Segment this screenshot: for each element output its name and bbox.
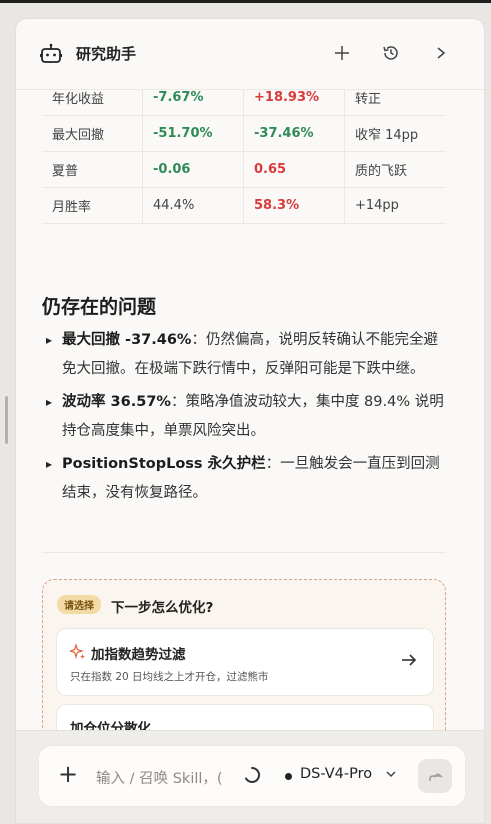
send-arrow-icon — [429, 773, 443, 781]
option-description: 只在指数 20 日均线之上才开仓，过滤熊市 — [70, 671, 269, 683]
issue-title: 最大回撤 -37.46% — [62, 332, 192, 348]
option-title: 加指数趋势过滤 — [91, 647, 186, 663]
section-heading: 仍存在的问题 — [42, 296, 157, 318]
panel-title: 研究助手 — [76, 45, 137, 63]
assistant-panel: 研究助手 年化收益 -7.67% +18.93% 转正 最大回撤 -51.70%… — [15, 18, 485, 824]
history-button[interactable] — [379, 41, 403, 65]
metric-note: 转正 — [344, 90, 446, 116]
option-position-diversification[interactable]: 加仓位分散化 — [56, 704, 434, 730]
list-item: 最大回撤 -37.46%：仍然偏高，说明反转确认不能完全避免大回撤。在极端下跌行… — [44, 326, 444, 384]
robot-icon — [40, 43, 62, 63]
message-input[interactable]: 输入 / 召唤 Skill，( — [96, 767, 231, 788]
window-top-edge — [0, 0, 491, 3]
metric-before: 44.4% — [142, 187, 244, 224]
metric-after: 0.65 — [243, 151, 345, 188]
arrow-right-icon — [402, 654, 417, 666]
metric-label: 月胜率 — [42, 187, 143, 224]
metric-label: 年化收益 — [42, 90, 143, 116]
issue-title: 波动率 36.57% — [62, 394, 171, 410]
chevron-down-icon[interactable] — [385, 768, 397, 780]
issues-list: 最大回撤 -37.46%：仍然偏高，说明反转确认不能完全避免大回撤。在极端下跌行… — [44, 326, 444, 512]
model-status-dot — [285, 773, 292, 780]
metric-label: 最大回撤 — [42, 115, 143, 152]
metric-before: -0.06 — [142, 151, 244, 188]
chevron-right-icon — [437, 47, 446, 59]
history-icon — [383, 46, 398, 60]
metric-before: -51.70% — [142, 115, 244, 152]
attach-button[interactable]: + — [55, 762, 81, 788]
table-row: 最大回撤 -51.70% -37.46% 收窄 14pp — [42, 115, 446, 152]
metric-note: 质的飞跃 — [344, 151, 446, 188]
composer-box: + 输入 / 召唤 Skill，( DS-V4-Pro — [38, 745, 466, 807]
chat-content[interactable]: 年化收益 -7.67% +18.93% 转正 最大回撤 -51.70% -37.… — [16, 90, 484, 730]
metric-label: 夏普 — [42, 151, 143, 188]
table-row: 年化收益 -7.67% +18.93% 转正 — [42, 90, 446, 116]
list-item: PositionStopLoss 永久护栏：一旦触发会一直压到回测结束，没有恢复… — [44, 450, 444, 508]
option-title: 加仓位分散化 — [70, 721, 151, 730]
metrics-table: 年化收益 -7.67% +18.93% 转正 最大回撤 -51.70% -37.… — [42, 90, 446, 224]
table-row: 夏普 -0.06 0.65 质的飞跃 — [42, 151, 446, 188]
choice-title: 下一步怎么优化? — [111, 600, 214, 616]
composer-area: + 输入 / 召唤 Skill，( DS-V4-Pro — [16, 730, 484, 823]
collapse-panel-button[interactable] — [429, 41, 453, 65]
plus-icon — [335, 46, 349, 60]
metric-after: 58.3% — [243, 187, 345, 224]
new-chat-button[interactable] — [330, 41, 354, 65]
table-row: 月胜率 44.4% 58.3% +14pp — [42, 187, 446, 224]
metric-after: +18.93% — [243, 90, 345, 116]
choice-badge: 请选择 — [57, 595, 101, 614]
metric-note: +14pp — [344, 187, 446, 224]
loading-spinner-icon — [245, 766, 261, 783]
issue-title: PositionStopLoss 永久护栏 — [62, 456, 266, 472]
metric-after: -37.46% — [243, 115, 345, 152]
option-index-trend-filter[interactable]: 加指数趋势过滤 只在指数 20 日均线之上才开仓，过滤熊市 — [56, 628, 434, 696]
metric-before: -7.67% — [142, 90, 244, 116]
choice-card: 请选择 下一步怎么优化? 加指数趋势过滤 只在指数 20 日均线之上才开仓，过滤… — [42, 579, 446, 730]
divider — [42, 552, 446, 553]
panel-header: 研究助手 — [16, 19, 484, 90]
list-item: 波动率 36.57%：策略净值波动较大，集中度 89.4% 说明持仓高度集中，单… — [44, 388, 444, 446]
send-button[interactable] — [418, 759, 452, 793]
sparkle-icon — [70, 644, 85, 660]
model-selector[interactable]: DS-V4-Pro — [300, 766, 372, 782]
metric-note: 收窄 14pp — [344, 115, 446, 152]
resize-handle[interactable] — [5, 396, 8, 444]
